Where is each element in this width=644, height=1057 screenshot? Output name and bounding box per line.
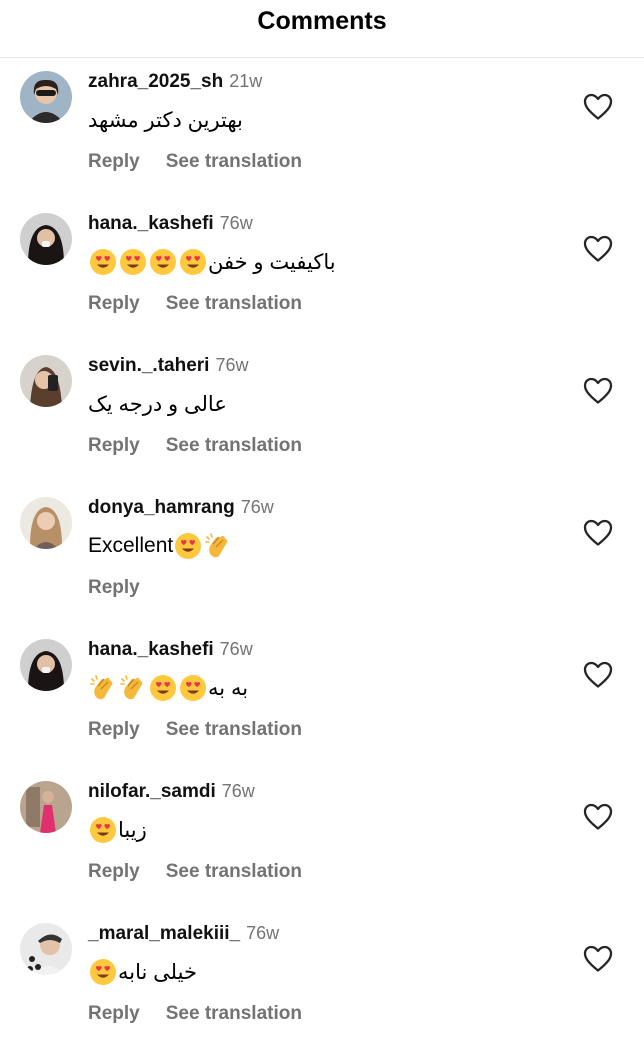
heart-eyes-emoji-icon	[89, 958, 117, 986]
comment-text: باکیفیت و خفن	[88, 245, 336, 279]
reply-button[interactable]: Reply	[88, 151, 140, 173]
clapping-hands-emoji-icon	[204, 532, 232, 560]
comment-text: بهترین دکتر مشهد	[88, 103, 243, 137]
comment-text: Excellent	[88, 529, 233, 563]
comment-timestamp: 76w	[246, 923, 280, 943]
comment-emojis	[88, 248, 208, 276]
avatar-pink-dress[interactable]	[20, 781, 72, 833]
reply-button[interactable]: Reply	[88, 861, 140, 883]
avatar-woman-dark-hair[interactable]	[20, 213, 72, 265]
comment-item: hana._kashefi 76w باکیفیت و خفن Reply See tr…	[0, 205, 644, 347]
comment-actions: Reply See translation	[88, 1001, 302, 1027]
comment-username[interactable]: _maral_malekiii_	[88, 923, 240, 945]
reply-button[interactable]: Reply	[88, 293, 140, 315]
comment-emojis	[88, 958, 118, 986]
see-translation-button[interactable]: See translation	[166, 151, 302, 173]
comment-body: خیلی نابه	[118, 960, 197, 984]
comment-actions: Reply See translation	[88, 433, 302, 459]
avatar-woman-dark-hair[interactable]	[20, 639, 72, 691]
reply-button[interactable]: Reply	[88, 577, 140, 599]
comment-timestamp: 76w	[219, 213, 253, 233]
like-heart-icon[interactable]	[583, 661, 613, 689]
heart-eyes-emoji-icon	[179, 248, 207, 276]
comment-meta: hana._kashefi 76w	[88, 639, 253, 663]
comment-actions: Reply See translation	[88, 717, 302, 743]
comment-emojis	[88, 674, 208, 702]
comment-item: _maral_malekiii_ 76w خیلی نابه Reply See tra…	[0, 915, 644, 1057]
like-heart-icon[interactable]	[583, 93, 613, 121]
reply-button[interactable]: Reply	[88, 1003, 140, 1025]
comment-meta: nilofar._samdi 76w	[88, 781, 255, 805]
comment-timestamp: 76w	[221, 781, 255, 801]
comment-username[interactable]: donya_hamrang	[88, 497, 235, 519]
comment-username[interactable]: hana._kashefi	[88, 639, 214, 661]
comment-actions: Reply	[88, 575, 140, 601]
comment-meta: _maral_malekiii_ 76w	[88, 923, 279, 947]
comment-body: به به	[208, 676, 249, 700]
comment-actions: Reply See translation	[88, 149, 302, 175]
heart-eyes-emoji-icon	[149, 674, 177, 702]
see-translation-button[interactable]: See translation	[166, 861, 302, 883]
heart-eyes-emoji-icon	[89, 816, 117, 844]
see-translation-button[interactable]: See translation	[166, 719, 302, 741]
see-translation-button[interactable]: See translation	[166, 293, 302, 315]
avatar-woman-sunglasses[interactable]	[20, 71, 72, 123]
comment-emojis	[173, 532, 233, 560]
reply-button[interactable]: Reply	[88, 435, 140, 457]
comment-username[interactable]: nilofar._samdi	[88, 781, 216, 803]
comment-timestamp: 76w	[219, 639, 253, 659]
comment-meta: donya_hamrang 76w	[88, 497, 274, 521]
avatar-selfie[interactable]	[20, 355, 72, 407]
like-heart-icon[interactable]	[583, 377, 613, 405]
like-heart-icon[interactable]	[583, 803, 613, 831]
comment-timestamp: 76w	[240, 497, 274, 517]
comment-text: عالی و درجه یک	[88, 387, 227, 421]
comment-text: زیبا	[88, 813, 147, 847]
comment-meta: zahra_2025_sh 21w	[88, 71, 262, 95]
comment-body: Excellent	[88, 534, 174, 557]
comment-body: بهترین دکتر مشهد	[88, 108, 243, 132]
heart-eyes-emoji-icon	[89, 248, 117, 276]
comment-username[interactable]: sevin._.taheri	[88, 355, 209, 377]
comment-meta: hana._kashefi 76w	[88, 213, 253, 237]
comment-body: عالی و درجه یک	[88, 392, 227, 416]
comment-username[interactable]: zahra_2025_sh	[88, 71, 223, 93]
like-heart-icon[interactable]	[583, 235, 613, 263]
avatar-woman-cap[interactable]	[20, 923, 72, 975]
see-translation-button[interactable]: See translation	[166, 1003, 302, 1025]
comment-item: hana._kashefi 76w به به Reply See translatio…	[0, 631, 644, 773]
heart-eyes-emoji-icon	[119, 248, 147, 276]
comment-item: sevin._.taheri 76w عالی و درجه یک Reply See …	[0, 347, 644, 489]
clapping-hands-emoji-icon	[119, 674, 147, 702]
comment-item: nilofar._samdi 76w زیبا Reply See translatio…	[0, 773, 644, 915]
comment-timestamp: 21w	[229, 71, 263, 91]
comment-item: zahra_2025_sh 21w بهترین دکتر مشهد Reply See…	[0, 63, 644, 205]
comment-actions: Reply See translation	[88, 859, 302, 885]
comment-meta: sevin._.taheri 76w	[88, 355, 248, 379]
comments-header: Comments	[0, 0, 644, 58]
comment-timestamp: 76w	[215, 355, 249, 375]
heart-eyes-emoji-icon	[174, 532, 202, 560]
comment-item: donya_hamrang 76w Excellent Reply	[0, 489, 644, 631]
comment-body: زیبا	[118, 818, 147, 842]
heart-eyes-emoji-icon	[149, 248, 177, 276]
like-heart-icon[interactable]	[583, 945, 613, 973]
comment-emojis	[88, 816, 118, 844]
reply-button[interactable]: Reply	[88, 719, 140, 741]
page-title: Comments	[257, 7, 387, 35]
like-heart-icon[interactable]	[583, 519, 613, 547]
see-translation-button[interactable]: See translation	[166, 435, 302, 457]
avatar-woman-blonde[interactable]	[20, 497, 72, 549]
heart-eyes-emoji-icon	[179, 674, 207, 702]
clapping-hands-emoji-icon	[89, 674, 117, 702]
comment-actions: Reply See translation	[88, 291, 302, 317]
comment-text: به به	[88, 671, 248, 705]
comment-text: خیلی نابه	[88, 955, 197, 989]
comment-username[interactable]: hana._kashefi	[88, 213, 214, 235]
comment-body: باکیفیت و خفن	[208, 250, 336, 274]
